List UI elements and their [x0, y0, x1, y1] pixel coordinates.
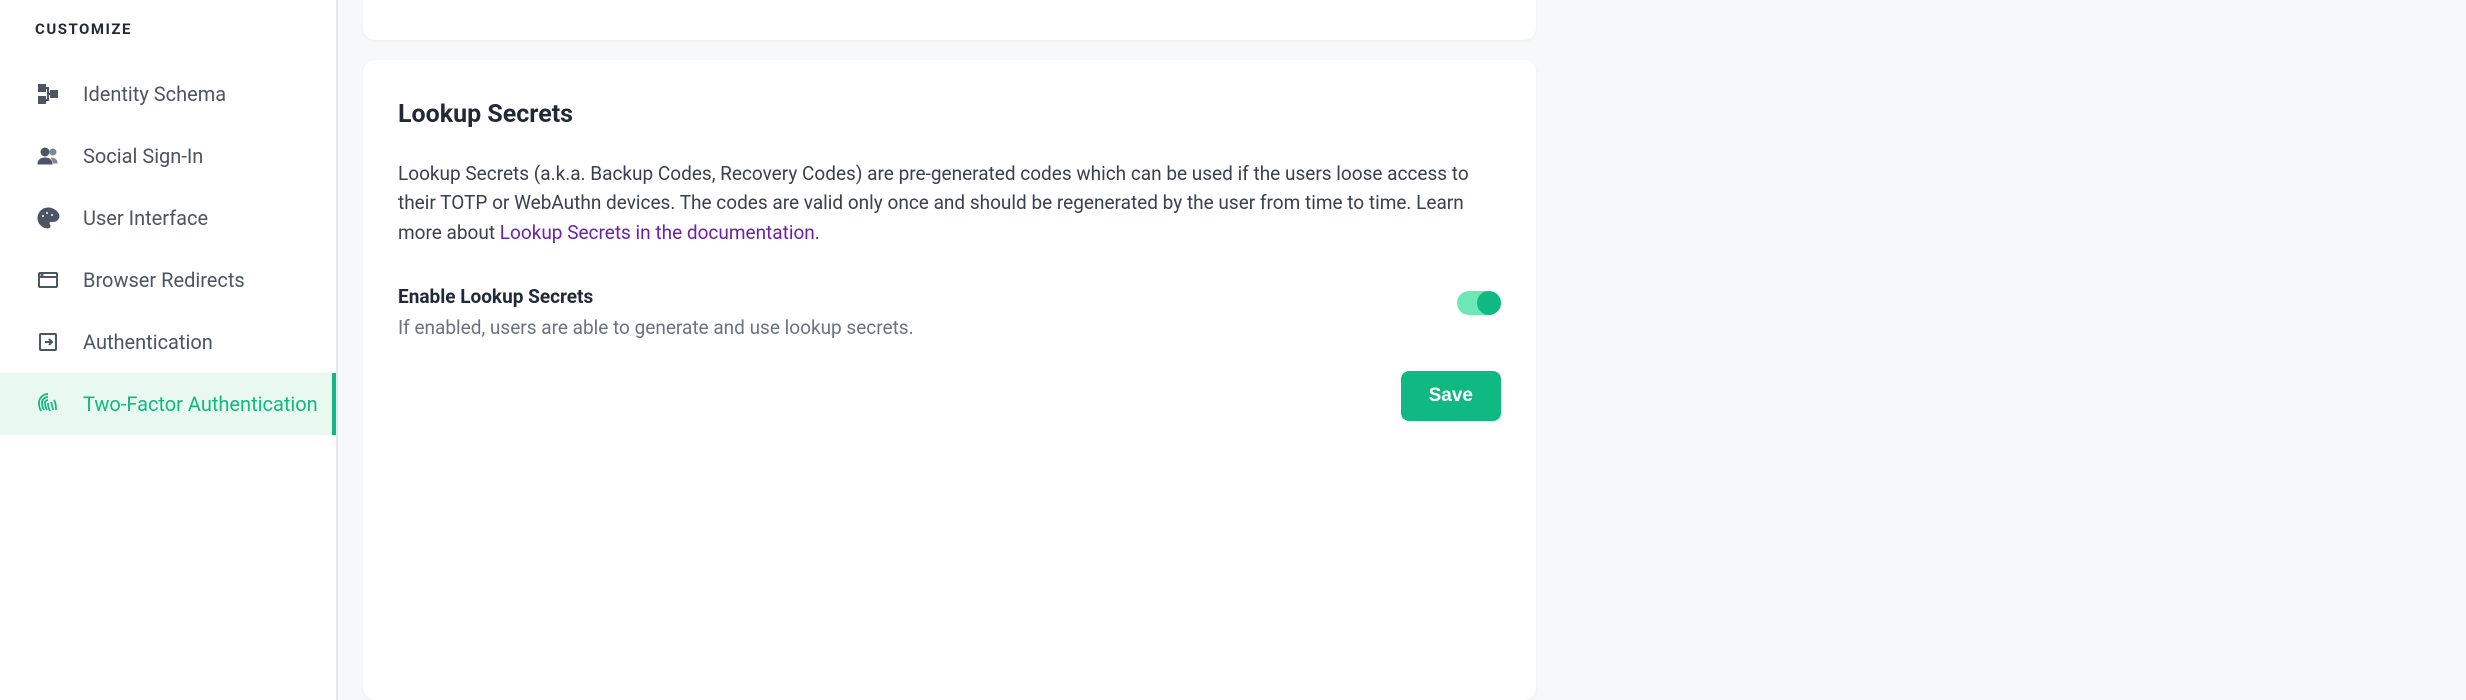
sidebar-item-label: Identity Schema: [83, 82, 226, 106]
sidebar-item-identity-schema[interactable]: Identity Schema: [0, 63, 336, 125]
lookup-secrets-card: Lookup Secrets Lookup Secrets (a.k.a. Ba…: [363, 60, 1536, 700]
enable-lookup-setting: Enable Lookup Secrets If enabled, users …: [398, 285, 1501, 339]
people-icon: [35, 143, 61, 169]
fingerprint-icon: [35, 391, 61, 417]
right-gutter: [1561, 0, 2466, 700]
sidebar-item-two-factor[interactable]: Two-Factor Authentication: [0, 373, 336, 435]
card-title: Lookup Secrets: [398, 100, 1501, 129]
schema-icon: [35, 81, 61, 107]
desc-text-end: .: [815, 221, 820, 244]
sidebar: CUSTOMIZE Identity Schema Social Sign-In…: [0, 0, 338, 700]
previous-card-edge: [363, 0, 1536, 40]
sidebar-item-label: User Interface: [83, 206, 208, 230]
setting-help: If enabled, users are able to generate a…: [398, 316, 914, 339]
enable-lookup-toggle[interactable]: [1457, 291, 1501, 315]
browser-icon: [35, 267, 61, 293]
save-button[interactable]: Save: [1401, 371, 1501, 421]
sidebar-item-social-signin[interactable]: Social Sign-In: [0, 125, 336, 187]
docs-link[interactable]: Lookup Secrets in the documentation: [500, 221, 815, 244]
card-description: Lookup Secrets (a.k.a. Backup Codes, Rec…: [398, 159, 1501, 247]
palette-icon: [35, 205, 61, 231]
sidebar-item-label: Browser Redirects: [83, 268, 245, 292]
card-actions: Save: [398, 371, 1501, 421]
setting-label: Enable Lookup Secrets: [398, 285, 914, 308]
main-content: Lookup Secrets Lookup Secrets (a.k.a. Ba…: [338, 0, 1561, 700]
sidebar-item-browser-redirects[interactable]: Browser Redirects: [0, 249, 336, 311]
sidebar-item-label: Social Sign-In: [83, 144, 203, 168]
login-icon: [35, 329, 61, 355]
sidebar-item-authentication[interactable]: Authentication: [0, 311, 336, 373]
sidebar-item-label: Two-Factor Authentication: [83, 392, 318, 416]
sidebar-section-header: CUSTOMIZE: [0, 10, 336, 63]
sidebar-item-label: Authentication: [83, 330, 213, 354]
setting-text: Enable Lookup Secrets If enabled, users …: [398, 285, 914, 339]
sidebar-item-user-interface[interactable]: User Interface: [0, 187, 336, 249]
